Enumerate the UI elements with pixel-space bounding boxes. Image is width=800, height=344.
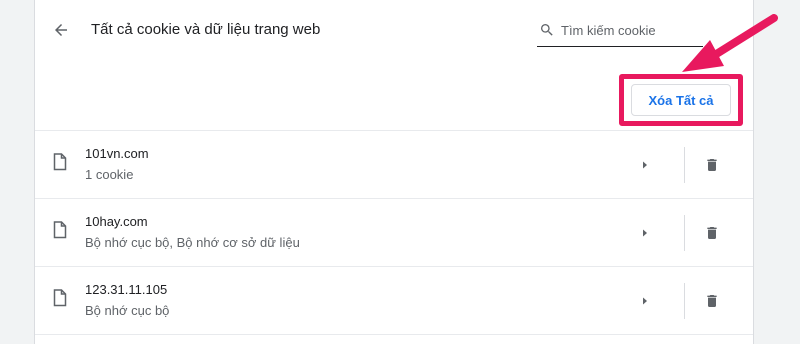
file-icon (53, 221, 67, 239)
chevron-right-icon (643, 161, 647, 169)
site-row[interactable]: 101vn.com 1 cookie (35, 130, 753, 198)
expand-button[interactable] (633, 153, 657, 177)
trash-icon (707, 159, 717, 171)
delete-button[interactable] (699, 220, 725, 246)
site-name: 101vn.com (85, 146, 149, 161)
remove-all-button[interactable]: Xóa Tất cả (631, 84, 731, 116)
search-field[interactable] (537, 18, 703, 47)
site-name: 123.31.11.105 (85, 282, 168, 297)
expand-button[interactable] (633, 289, 657, 313)
arrow-back-icon (55, 24, 67, 36)
site-row-partial (35, 334, 753, 344)
row-divider (684, 283, 685, 319)
chevron-right-icon (643, 297, 647, 305)
site-row[interactable]: 123.31.11.105 Bộ nhớ cục bộ (35, 266, 753, 334)
cookies-card: Tất cả cookie và dữ liệu trang web Xóa T… (34, 0, 754, 344)
trash-icon (707, 295, 717, 307)
chevron-right-icon (643, 229, 647, 237)
search-input[interactable] (561, 20, 701, 40)
header: Tất cả cookie và dữ liệu trang web (35, 0, 753, 60)
file-icon (53, 153, 67, 171)
search-icon (541, 24, 553, 36)
site-detail: Bộ nhớ cục bộ (85, 303, 170, 318)
page-title: Tất cả cookie và dữ liệu trang web (91, 21, 321, 38)
back-button[interactable] (49, 18, 73, 42)
delete-button[interactable] (699, 152, 725, 178)
expand-button[interactable] (633, 221, 657, 245)
trash-icon (707, 227, 717, 239)
delete-button[interactable] (699, 288, 725, 314)
row-divider (684, 215, 685, 251)
file-icon (53, 289, 67, 307)
site-name: 10hay.com (85, 214, 148, 229)
site-row[interactable]: 10hay.com Bộ nhớ cục bộ, Bộ nhớ cơ sở dữ… (35, 198, 753, 266)
site-detail: 1 cookie (85, 167, 134, 182)
page-background (0, 0, 34, 344)
row-divider (684, 147, 685, 183)
site-detail: Bộ nhớ cục bộ, Bộ nhớ cơ sở dữ liệu (85, 235, 300, 250)
